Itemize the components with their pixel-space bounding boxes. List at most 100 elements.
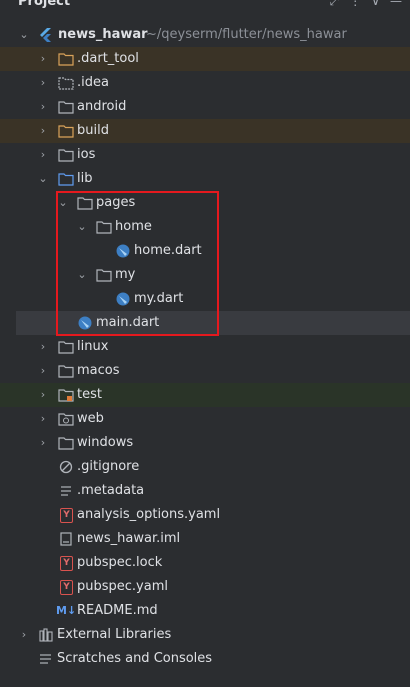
tree-row-pubspec-yaml[interactable]: Y pubspec.yaml xyxy=(0,575,410,599)
collapse-icon[interactable]: ∨ xyxy=(371,0,380,9)
chevron-down-icon[interactable]: ⌄ xyxy=(37,167,49,191)
tree-row-gitignore[interactable]: .gitignore xyxy=(0,455,410,479)
my-label: my xyxy=(115,267,136,282)
my-dart-label: my.dart xyxy=(134,291,184,306)
library-icon xyxy=(39,628,53,642)
header-actions: ⤢ ⋮ ∨ — xyxy=(330,0,402,9)
chevron-down-icon[interactable]: ⌄ xyxy=(18,23,30,47)
chevron-right-icon[interactable]: › xyxy=(37,335,49,359)
linux-label: linux xyxy=(77,339,109,354)
flutter-icon xyxy=(40,28,51,42)
tree-row-test[interactable]: › test xyxy=(0,383,410,407)
chevron-right-icon[interactable]: › xyxy=(37,383,49,407)
minimize-icon[interactable]: — xyxy=(390,0,402,9)
readme-label: README.md xyxy=(77,603,158,618)
expand-icon[interactable]: ⤢ xyxy=(330,0,340,9)
build-label: build xyxy=(77,123,109,138)
tree-row-home-dart[interactable]: home.dart xyxy=(0,239,410,263)
chevron-down-icon[interactable]: ⌄ xyxy=(76,215,88,239)
tree-row-metadata[interactable]: .metadata xyxy=(0,479,410,503)
project-tool-window: Project ⤢ ⋮ ∨ — ⌄ news_hawar ~/qeyserm/f… xyxy=(0,0,410,687)
ios-label: ios xyxy=(77,147,96,162)
text-file-icon xyxy=(61,486,71,496)
more-icon[interactable]: ⋮ xyxy=(349,0,361,9)
folder-icon xyxy=(58,149,74,162)
chevron-right-icon[interactable]: › xyxy=(37,47,49,71)
chevron-right-icon[interactable]: › xyxy=(37,119,49,143)
chevron-right-icon[interactable]: › xyxy=(37,95,49,119)
tree-row-main-dart[interactable]: main.dart xyxy=(16,311,410,335)
chevron-right-icon[interactable]: › xyxy=(37,359,49,383)
web-folder-icon xyxy=(58,413,74,426)
dart-file-icon xyxy=(116,292,130,306)
root-label: news_hawar xyxy=(58,27,148,42)
folder-icon xyxy=(58,341,74,354)
project-title: Project xyxy=(18,0,71,9)
tree-row-iml[interactable]: news_hawar.iml xyxy=(0,527,410,551)
tree-row-root[interactable]: ⌄ news_hawar ~/qeyserm/flutter/news_hawa… xyxy=(0,23,410,47)
yaml-file-icon: Y xyxy=(60,556,73,571)
home-dart-label: home.dart xyxy=(134,243,202,258)
chevron-down-icon[interactable]: ⌄ xyxy=(57,191,69,215)
windows-label: windows xyxy=(77,435,134,450)
tree-row-idea[interactable]: › .idea xyxy=(0,71,410,95)
external-libraries-label: External Libraries xyxy=(57,627,172,642)
settings-folder-icon xyxy=(58,77,74,90)
lib-label: lib xyxy=(77,171,93,186)
module-file-icon xyxy=(60,532,72,546)
yaml-file-icon: Y xyxy=(60,508,73,523)
dart-tool-text: dart_tool xyxy=(81,51,139,66)
tree-row-external-libraries[interactable]: › External Libraries xyxy=(0,623,410,647)
analysis-options-label: analysis_options.yaml xyxy=(77,507,221,522)
iml-label: news_hawar.iml xyxy=(77,531,181,546)
markdown-file-icon: M↓ xyxy=(56,604,77,617)
tree-row-pages[interactable]: ⌄ pages xyxy=(0,191,410,215)
excluded-folder-icon xyxy=(58,53,74,66)
tree-row-dart-tool[interactable]: › .dart_tool xyxy=(0,47,410,71)
macos-label: macos xyxy=(77,363,120,378)
ignore-file-icon xyxy=(59,460,73,474)
pubspec-yaml-label: pubspec.yaml xyxy=(77,579,168,594)
tree-row-my-dart[interactable]: my.dart xyxy=(0,287,410,311)
tree-row-ios[interactable]: › ios xyxy=(0,143,410,167)
tree-row-pubspec-lock[interactable]: Y pubspec.lock xyxy=(0,551,410,575)
project-header: Project ⤢ ⋮ ∨ — xyxy=(0,0,410,12)
test-folder-icon xyxy=(58,389,74,402)
tree-row-build[interactable]: › build xyxy=(0,119,410,143)
pubspec-lock-label: pubspec.lock xyxy=(77,555,163,570)
source-folder-icon xyxy=(58,173,74,186)
tree-row-web[interactable]: › web xyxy=(0,407,410,431)
chevron-right-icon[interactable]: › xyxy=(37,71,49,95)
tree-row-android[interactable]: › android xyxy=(0,95,410,119)
tree-row-my[interactable]: ⌄ my xyxy=(0,263,410,287)
dart-tool-label: .dart_tool xyxy=(77,51,139,66)
yaml-file-icon: Y xyxy=(60,580,73,595)
home-label: home xyxy=(115,219,152,234)
folder-icon xyxy=(58,437,74,450)
chevron-right-icon[interactable]: › xyxy=(18,623,30,647)
android-label: android xyxy=(77,99,127,114)
excluded-folder-icon xyxy=(58,125,74,138)
tree-row-lib[interactable]: ⌄ lib xyxy=(0,167,410,191)
chevron-right-icon[interactable]: › xyxy=(37,431,49,455)
scratches-icon xyxy=(40,654,51,664)
tree-row-macos[interactable]: › macos xyxy=(0,359,410,383)
folder-icon xyxy=(96,269,112,282)
chevron-right-icon[interactable]: › xyxy=(37,407,49,431)
folder-icon xyxy=(77,197,93,210)
tree-row-home[interactable]: ⌄ home xyxy=(0,215,410,239)
tree-row-windows[interactable]: › windows xyxy=(0,431,410,455)
tree-row-analysis-options[interactable]: Y analysis_options.yaml xyxy=(0,503,410,527)
tree-row-linux[interactable]: › linux xyxy=(0,335,410,359)
test-label: test xyxy=(77,387,102,402)
idea-label: .idea xyxy=(77,75,109,90)
chevron-down-icon[interactable]: ⌄ xyxy=(76,263,88,287)
folder-icon xyxy=(96,221,112,234)
pages-label: pages xyxy=(96,195,136,210)
tree-row-scratches[interactable]: Scratches and Consoles xyxy=(0,647,410,671)
dart-file-icon xyxy=(116,244,130,258)
metadata-label: .metadata xyxy=(77,483,145,498)
tree-row-readme[interactable]: M↓ README.md xyxy=(0,599,410,623)
chevron-right-icon[interactable]: › xyxy=(37,143,49,167)
dart-file-icon xyxy=(78,316,92,330)
